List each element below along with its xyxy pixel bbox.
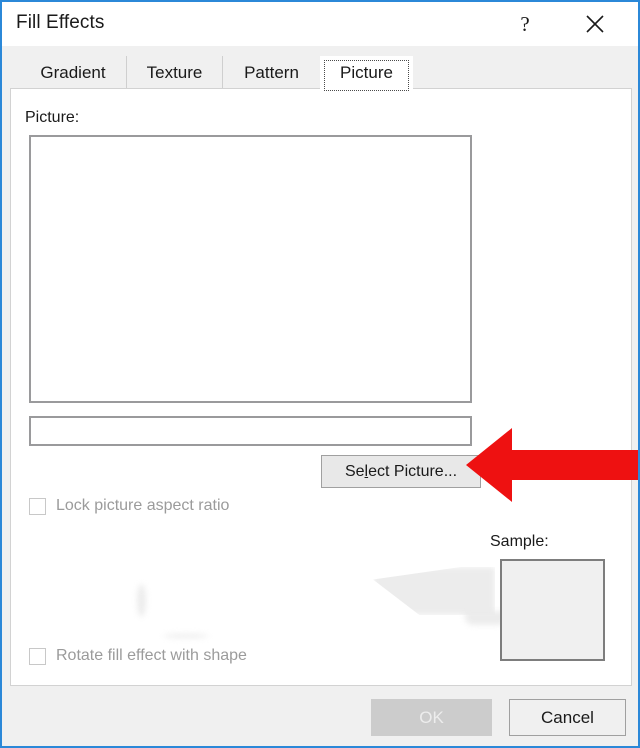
tab-label: Texture	[146, 63, 203, 82]
tab-strip: Gradient Texture Pattern Picture	[4, 46, 638, 94]
lock-picture-aspect-ratio-checkbox[interactable]: Lock picture aspect ratio	[29, 497, 229, 515]
cancel-button[interactable]: Cancel	[509, 699, 626, 736]
close-button[interactable]	[572, 2, 618, 46]
tab-label: Pattern	[244, 63, 299, 82]
ok-button[interactable]: OK	[371, 699, 492, 736]
picture-path-input[interactable]	[29, 416, 472, 446]
title-bar: Fill Effects ?	[2, 2, 638, 46]
close-x-icon	[572, 13, 618, 35]
sample-swatch	[500, 559, 605, 661]
picture-tab-panel: Picture: Select Picture... Lock picture …	[10, 88, 632, 686]
tab-gradient[interactable]: Gradient	[20, 56, 126, 92]
picture-label: Picture:	[25, 109, 80, 126]
tab-label: Gradient	[40, 63, 106, 82]
select-picture-prefix: Se	[344, 462, 365, 480]
checkbox-box-icon	[29, 497, 46, 515]
help-button[interactable]: ?	[502, 2, 548, 46]
question-mark-icon: ?	[520, 12, 530, 36]
tab-pattern[interactable]: Pattern	[222, 56, 320, 92]
checkbox-box-icon	[29, 647, 46, 665]
ghost-artifact	[373, 567, 495, 615]
picture-preview-box	[29, 135, 472, 403]
ghost-artifact	[163, 634, 209, 638]
window-title: Fill Effects	[16, 12, 105, 33]
checkbox-label: Lock picture aspect ratio	[56, 497, 230, 514]
ghost-artifact	[137, 584, 146, 617]
checkbox-label: Rotate fill effect with shape	[56, 647, 247, 664]
tab-label: Picture	[340, 63, 393, 82]
sample-label: Sample:	[490, 533, 549, 550]
fill-effects-dialog: Fill Effects ? Gradient Texture Pattern …	[0, 0, 640, 748]
tab-picture[interactable]: Picture	[320, 56, 413, 94]
select-picture-suffix: ect Picture...	[368, 462, 458, 480]
rotate-fill-effect-with-shape-checkbox[interactable]: Rotate fill effect with shape	[29, 647, 247, 665]
tab-texture[interactable]: Texture	[126, 56, 222, 92]
select-picture-button[interactable]: Select Picture...	[321, 455, 481, 488]
